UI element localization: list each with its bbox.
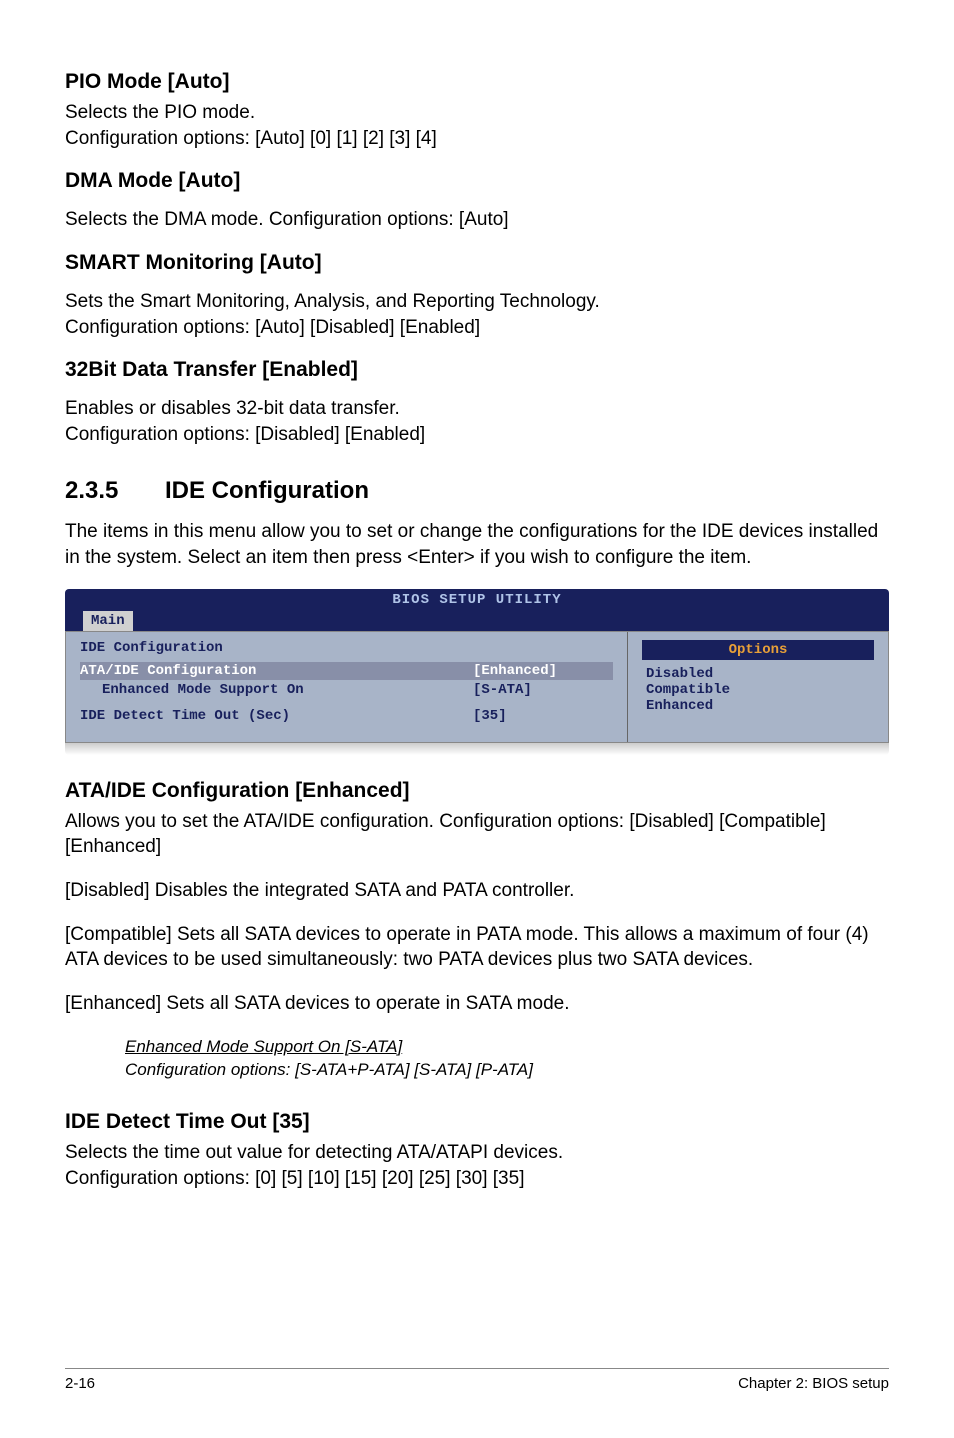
page-number: 2-16	[65, 1375, 95, 1392]
bios-row-enhanced-mode[interactable]: Enhanced Mode Support On [S-ATA]	[80, 682, 613, 698]
heading-ata-ide-config: ATA/IDE Configuration [Enhanced]	[65, 779, 889, 803]
text-ata-p4: [Enhanced] Sets all SATA devices to oper…	[65, 991, 889, 1017]
text-ide-detect-desc: Selects the time out value for detecting…	[65, 1140, 889, 1166]
text-ata-p2: [Disabled] Disables the integrated SATA …	[65, 878, 889, 904]
bios-value-ata-ide: [Enhanced]	[473, 663, 613, 679]
text-ata-p1: Allows you to set the ATA/IDE configurat…	[65, 809, 889, 860]
bios-label-detect: IDE Detect Time Out (Sec)	[80, 708, 473, 724]
bios-label-ata-ide: ATA/IDE Configuration	[80, 663, 473, 679]
heading-number: 2.3.5	[65, 477, 165, 505]
heading-ide-configuration: 2.3.5IDE Configuration	[65, 477, 889, 505]
italic-line2: Configuration options: [S-ATA+P-ATA] [S-…	[125, 1058, 889, 1082]
bios-tab-main[interactable]: Main	[83, 611, 133, 631]
bios-option-enhanced[interactable]: Enhanced	[642, 698, 874, 714]
page-footer: 2-16 Chapter 2: BIOS setup	[65, 1368, 889, 1392]
chapter-label: Chapter 2: BIOS setup	[738, 1375, 889, 1392]
bios-value-enhanced: [S-ATA]	[473, 682, 613, 698]
text-ide-config-intro: The items in this menu allow you to set …	[65, 519, 889, 570]
bios-title: BIOS SETUP UTILITY	[65, 589, 889, 608]
bios-right-panel: Options Disabled Compatible Enhanced	[628, 632, 888, 742]
heading-title-text: IDE Configuration	[165, 477, 369, 504]
heading-pio-mode: PIO Mode [Auto]	[65, 70, 889, 94]
text-ata-p3: [Compatible] Sets all SATA devices to op…	[65, 922, 889, 973]
bios-label-enhanced: Enhanced Mode Support On	[80, 682, 473, 698]
text-dma-mode-desc: Selects the DMA mode. Configuration opti…	[65, 207, 889, 233]
bios-left-panel: IDE Configuration ATA/IDE Configuration …	[66, 632, 628, 742]
heading-dma-mode: DMA Mode [Auto]	[65, 169, 889, 193]
bios-value-detect: [35]	[473, 708, 613, 724]
bios-option-compatible[interactable]: Compatible	[642, 682, 874, 698]
heading-smart-monitoring: SMART Monitoring [Auto]	[65, 251, 889, 275]
bios-panel-title: IDE Configuration	[80, 640, 613, 656]
text-pio-mode-options: Configuration options: [Auto] [0] [1] [2…	[65, 126, 889, 152]
bios-row-detect-time[interactable]: IDE Detect Time Out (Sec) [35]	[80, 708, 613, 724]
heading-ide-detect: IDE Detect Time Out [35]	[65, 1110, 889, 1134]
bios-row-ata-ide-config[interactable]: ATA/IDE Configuration [Enhanced]	[80, 662, 613, 680]
italic-enhanced-mode: Enhanced Mode Support On [S-ATA] Configu…	[125, 1035, 889, 1083]
bios-header: BIOS SETUP UTILITY Main	[65, 589, 889, 631]
bios-option-disabled[interactable]: Disabled	[642, 666, 874, 682]
bios-options-header: Options	[642, 640, 874, 660]
text-smart-desc: Sets the Smart Monitoring, Analysis, and…	[65, 289, 889, 315]
text-32bit-options: Configuration options: [Disabled] [Enabl…	[65, 422, 889, 448]
heading-32bit: 32Bit Data Transfer [Enabled]	[65, 358, 889, 382]
text-smart-options: Configuration options: [Auto] [Disabled]…	[65, 315, 889, 341]
bios-setup-screenshot: BIOS SETUP UTILITY Main IDE Configuratio…	[65, 589, 889, 755]
text-ide-detect-options: Configuration options: [0] [5] [10] [15]…	[65, 1166, 889, 1192]
text-pio-mode-desc: Selects the PIO mode.	[65, 100, 889, 126]
text-32bit-desc: Enables or disables 32-bit data transfer…	[65, 396, 889, 422]
italic-line1: Enhanced Mode Support On [S-ATA]	[125, 1035, 889, 1059]
bios-body: IDE Configuration ATA/IDE Configuration …	[65, 631, 889, 743]
